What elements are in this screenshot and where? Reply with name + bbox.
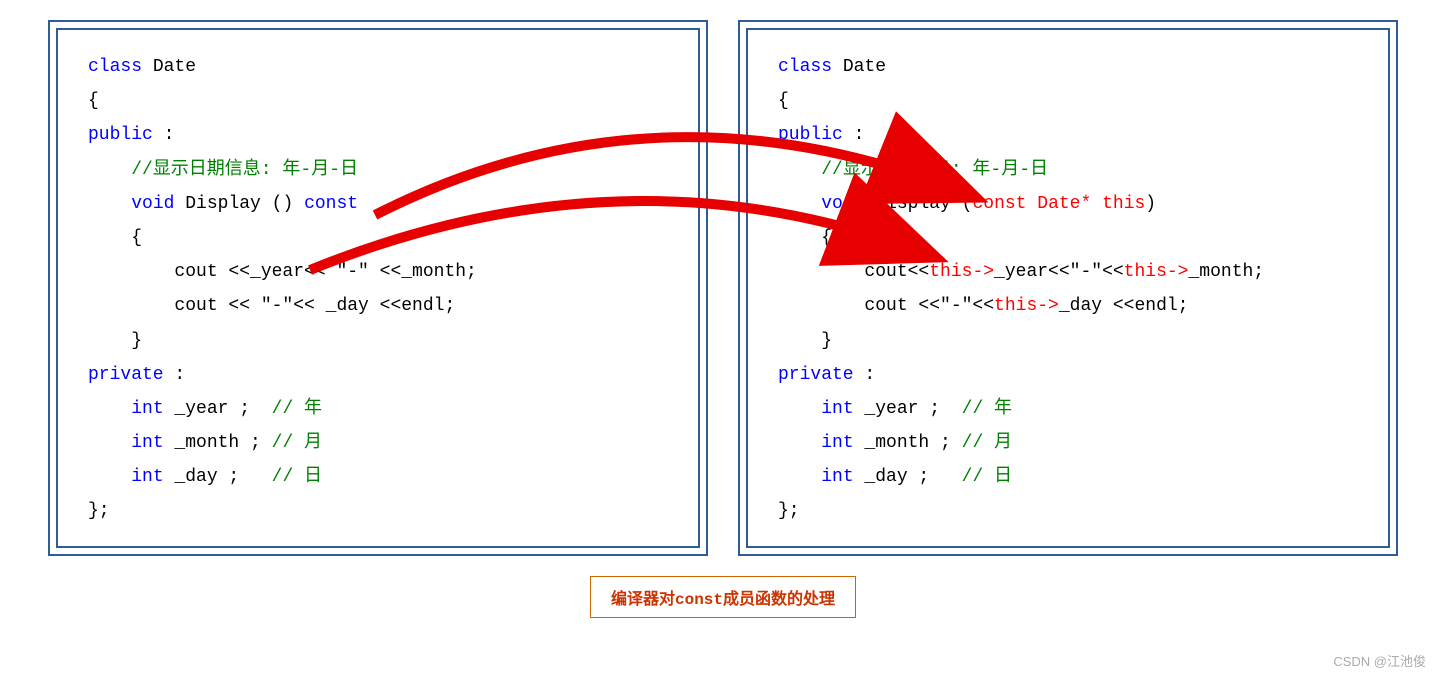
cout-l1b: _year<<"-"<< <box>994 262 1124 282</box>
kw-void: void <box>821 194 864 214</box>
class-name: Date <box>142 57 196 77</box>
cout-line1: cout <<_year<< "-" <<_month; <box>88 262 477 282</box>
kw-public: public <box>88 125 153 145</box>
this-ptr1: this-> <box>929 262 994 282</box>
indent <box>778 160 821 180</box>
kw-int: int <box>131 433 163 453</box>
indent <box>778 399 821 419</box>
kw-class: class <box>778 57 832 77</box>
brace-close: }; <box>88 501 110 521</box>
colon2: : <box>164 365 186 385</box>
colon2: : <box>854 365 876 385</box>
indent <box>88 399 131 419</box>
brace-open-inner: { <box>778 228 832 248</box>
var-day: _day ; <box>854 467 962 487</box>
brace-open: { <box>88 91 99 111</box>
const-this-param: const Date* this <box>972 194 1145 214</box>
caption-wrapper: 编译器对const成员函数的处理 <box>20 556 1426 618</box>
indent <box>88 194 131 214</box>
cout-l2b: _day <<endl; <box>1059 296 1189 316</box>
cout-l1a: cout<< <box>778 262 929 282</box>
kw-public: public <box>778 125 843 145</box>
comment-month: // 月 <box>962 433 1012 453</box>
this-ptr3: this-> <box>994 296 1059 316</box>
var-year: _year ; <box>854 399 962 419</box>
comment-month: // 月 <box>272 433 322 453</box>
left-code-box-outer: class Date { public : //显示日期信息: 年-月-日 vo… <box>48 20 708 556</box>
cout-line2: cout << "-"<< _day <<endl; <box>88 296 455 316</box>
kw-int: int <box>821 433 853 453</box>
fn-display: Display () <box>174 194 304 214</box>
colon: : <box>843 125 865 145</box>
kw-int: int <box>821 467 853 487</box>
comment-display: //显示日期信息: 年-月-日 <box>88 160 358 180</box>
kw-class: class <box>88 57 142 77</box>
right-code-box: class Date { public : //显示日期信息: 年-月-日 vo… <box>746 28 1390 548</box>
comment-year: // 年 <box>272 399 322 419</box>
brace-close-inner: } <box>778 331 832 351</box>
comment-day: // 日 <box>272 467 322 487</box>
cout-l1c: _month; <box>1188 262 1264 282</box>
brace-open: { <box>778 91 789 111</box>
kw-private: private <box>778 365 854 385</box>
comment-day: // 日 <box>962 467 1012 487</box>
left-code-box: class Date { public : //显示日期信息: 年-月-日 vo… <box>56 28 700 548</box>
kw-const: const <box>304 194 358 214</box>
indent <box>778 194 821 214</box>
var-day: _day ; <box>164 467 272 487</box>
comment-slash: // <box>821 160 843 180</box>
colon: : <box>153 125 175 145</box>
brace-close: }; <box>778 501 800 521</box>
indent <box>778 467 821 487</box>
cout-l2a: cout <<"-"<< <box>778 296 994 316</box>
indent <box>778 433 821 453</box>
indent <box>88 433 131 453</box>
kw-int: int <box>821 399 853 419</box>
kw-void: void <box>131 194 174 214</box>
comment-display: 显示日期信息: 年-月-日 <box>843 160 1048 180</box>
caption-box: 编译器对const成员函数的处理 <box>590 576 856 618</box>
diagram-container: class Date { public : //显示日期信息: 年-月-日 vo… <box>20 20 1426 556</box>
brace-close-inner: } <box>88 331 142 351</box>
var-year: _year ; <box>164 399 272 419</box>
paren-close: ) <box>1145 194 1156 214</box>
comment-year: // 年 <box>962 399 1012 419</box>
right-code-box-outer: class Date { public : //显示日期信息: 年-月-日 vo… <box>738 20 1398 556</box>
brace-open-inner: { <box>88 228 142 248</box>
class-name: Date <box>832 57 886 77</box>
watermark: CSDN @江池俊 <box>1333 651 1426 670</box>
this-ptr2: this-> <box>1124 262 1189 282</box>
fn-display: Display ( <box>864 194 972 214</box>
var-month: _month ; <box>854 433 962 453</box>
kw-int: int <box>131 399 163 419</box>
kw-private: private <box>88 365 164 385</box>
kw-int: int <box>131 467 163 487</box>
var-month: _month ; <box>164 433 272 453</box>
indent <box>88 467 131 487</box>
